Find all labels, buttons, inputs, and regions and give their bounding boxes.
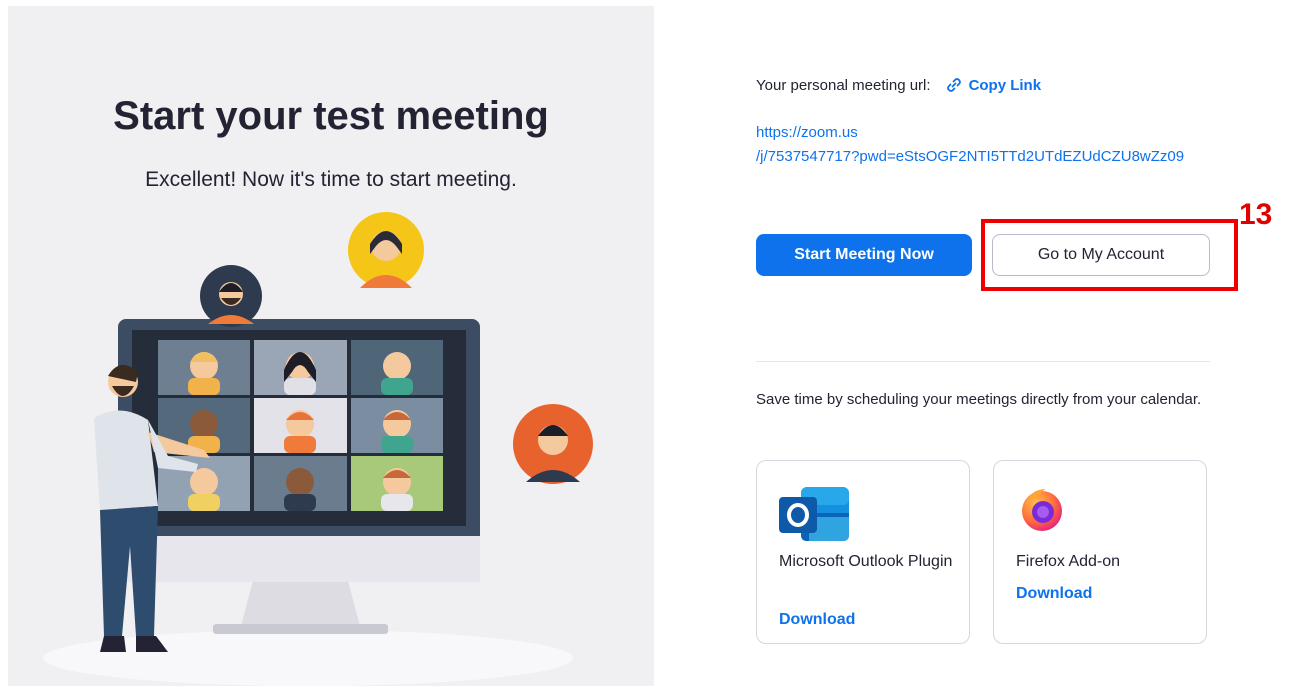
hero-panel: Start your test meeting Excellent! Now i… bbox=[8, 6, 654, 686]
start-meeting-now-button[interactable]: Start Meeting Now bbox=[756, 234, 972, 276]
outlook-plugin-name: Microsoft Outlook Plugin bbox=[779, 553, 953, 570]
meeting-url-line-2: /j/7537547717?pwd=eStsOGF2NTI5TTd2UTdEZU… bbox=[756, 148, 1185, 165]
meeting-url-line-1: https://zoom.us bbox=[756, 124, 858, 141]
firefox-download-link[interactable]: Download bbox=[1016, 585, 1092, 603]
page-title: Start your test meeting bbox=[113, 94, 549, 138]
outlook-download-link[interactable]: Download bbox=[779, 611, 855, 629]
copy-link-button[interactable]: Copy Link bbox=[945, 76, 1042, 94]
firefox-icon bbox=[1022, 489, 1062, 531]
outlook-icon bbox=[779, 487, 849, 541]
step-number-label: 13 bbox=[1239, 198, 1273, 231]
page-subtitle: Excellent! Now it's time to start meetin… bbox=[145, 168, 517, 191]
firefox-addon-name: Firefox Add-on bbox=[1016, 553, 1121, 570]
section-divider bbox=[756, 361, 1210, 362]
link-icon bbox=[946, 78, 961, 92]
meeting-url-link[interactable]: https://zoom.us /j/7537547717?pwd=eStsOG… bbox=[756, 121, 1286, 169]
copy-link-label: Copy Link bbox=[968, 76, 1042, 94]
meeting-url-row: Your personal meeting url: Copy Link bbox=[756, 76, 1041, 94]
meeting-url-label: Your personal meeting url: bbox=[756, 76, 931, 94]
outlook-plugin-card: Microsoft Outlook Plugin Download bbox=[756, 460, 970, 644]
schedule-description: Save time by scheduling your meetings di… bbox=[756, 391, 1202, 408]
video-meeting-illustration bbox=[43, 212, 593, 686]
step-highlight-box bbox=[981, 219, 1238, 291]
firefox-addon-card: Firefox Add-on Download bbox=[993, 460, 1207, 644]
